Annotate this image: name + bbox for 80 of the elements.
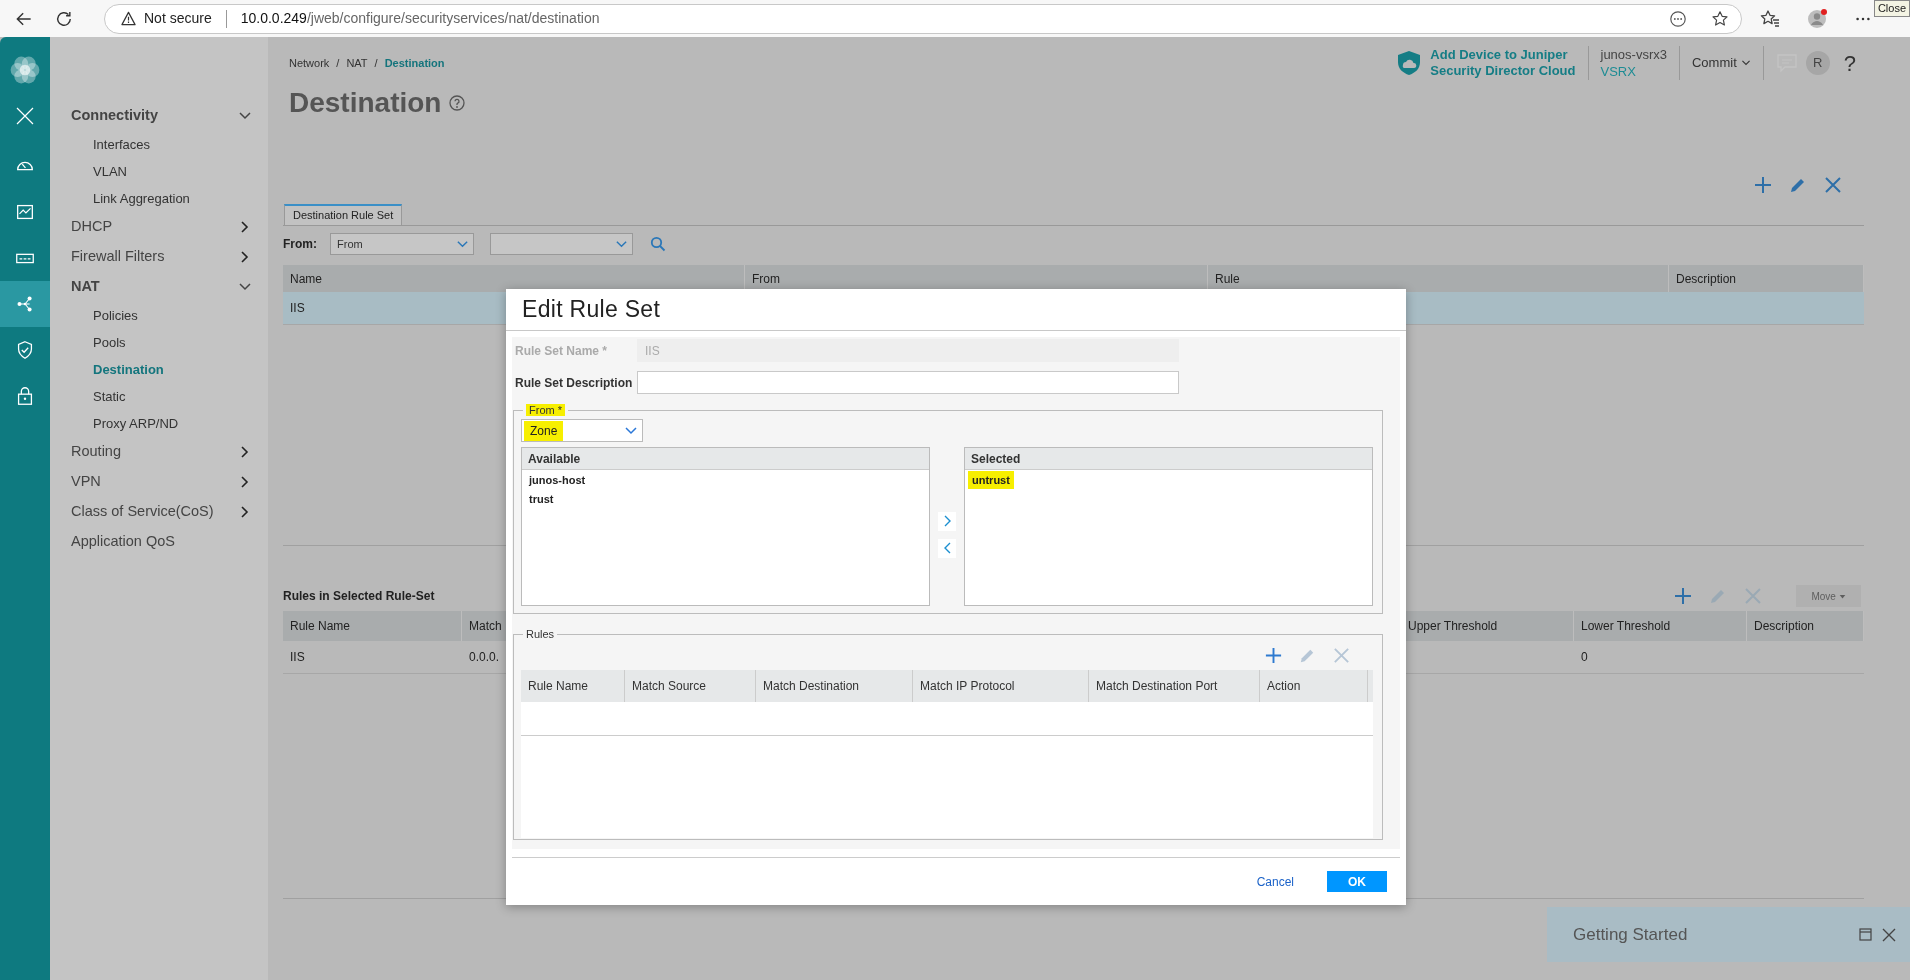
dialog-title: Edit Rule Set [506,289,1406,331]
column-header: Match Source [625,670,756,702]
url-text: 10.0.0.249/jweb/configure/securityservices/nat/destination [240,9,600,28]
list-item[interactable]: trust [525,489,558,509]
sidebar-subitem[interactable]: VLAN [50,158,268,185]
panel-title: Getting Started [1573,923,1688,946]
page-title: Destination [289,86,442,120]
sidebar-subitem[interactable]: Link Aggregation [50,185,268,212]
table-cell-text: 0 [1581,649,1588,666]
add-icon[interactable] [1673,586,1693,606]
add-icon[interactable] [1753,175,1773,195]
delete-icon[interactable] [1823,175,1843,195]
sidebar-subitem[interactable]: Static [50,383,268,410]
column-header: Rule Name [283,611,462,641]
input-field[interactable] [637,371,1179,394]
logo-icon[interactable] [9,54,41,86]
table-cell-text: 0.0.0. [469,649,500,666]
user-avatar[interactable]: R [1805,51,1830,75]
sidebar-subitem[interactable]: Proxy ARP/ND [50,410,268,437]
column-header: Match Destination [756,670,913,702]
sidebar-item[interactable]: Class of Service(CoS) [71,501,214,523]
sidebar-item[interactable]: NAT [71,276,100,298]
sidebar-subitem[interactable]: Interfaces [50,131,268,158]
column-header: Action [1260,670,1368,702]
sidebar-item[interactable]: Firewall Filters [71,246,165,268]
list-header: Selected [965,448,1372,470]
device-model: VSRX [1600,63,1637,80]
sidebar-item[interactable]: Connectivity [71,105,158,127]
column-header: Match Destination Port [1089,670,1260,702]
column-header: Match IP Protocol [913,670,1089,702]
profile-icon[interactable] [1806,7,1828,30]
caret-icon [1740,58,1751,68]
security-label: Not secure [144,9,212,28]
field-label: Rule Set Description [514,374,634,392]
breadcrumb-link[interactable]: NAT [346,54,368,72]
star-icon[interactable] [1711,9,1729,28]
field-label: Rule Set Name * [514,342,609,360]
commit-menu[interactable]: Commit [1691,53,1751,73]
add-icon[interactable] [1264,645,1283,665]
favorites-icon[interactable] [1760,8,1780,29]
breadcrumb-separator: / [336,55,340,71]
move-left-button[interactable] [938,538,956,558]
minimize-icon[interactable] [1859,928,1872,941]
cancel-button[interactable]: Cancel [1256,872,1294,891]
device-name: junos-vsrx3 [1600,46,1667,63]
group-label: From * [523,403,568,417]
chevron-right-icon [942,515,952,527]
sidebar-subitem[interactable]: Policies [50,302,268,329]
breadcrumb-separator: / [374,55,378,71]
chevron-left-icon [942,542,952,554]
caret-icon [1838,593,1846,601]
list-item[interactable]: junos-host [525,470,590,490]
search-icon[interactable] [650,236,666,252]
column-header: Rule Name [521,670,625,702]
table-cell-text: IIS [290,649,305,666]
sidebar-item[interactable]: DHCP [71,216,113,238]
group-label: Rules [525,627,556,641]
column-header: Description [1747,611,1864,641]
zone-select[interactable]: Zone [521,419,643,442]
close-icon[interactable] [1882,927,1896,942]
help-link[interactable]: ? [1843,46,1856,80]
list-header: Available [522,448,929,470]
tab[interactable]: Destination Rule Set [284,204,403,225]
sidebar-item[interactable]: VPN [71,471,101,493]
filter-label: From: [283,236,317,253]
address-bar[interactable]: Not secure 10.0.0.249/jweb/configure/securityservices/nat/destination [104,3,1742,34]
cloud-shield-icon[interactable] [1396,50,1423,76]
sidebar-subitem[interactable]: Pools [50,329,268,356]
breadcrumb-link[interactable]: Network [289,54,330,72]
tooltip: Close [1873,0,1910,17]
list-item[interactable]: untrust [968,470,1014,490]
sidebar-item[interactable]: Application QoS [71,531,175,553]
section-title: Rules in Selected Rule-Set [283,588,435,605]
filter-select[interactable]: From [330,233,474,255]
column-header: Lower Threshold [1574,611,1747,641]
move-right-button[interactable] [938,511,956,531]
reader-icon[interactable] [1669,9,1687,28]
warning-icon [121,11,136,26]
sidebar-item[interactable]: Routing [71,441,121,463]
help-icon[interactable] [449,95,466,111]
